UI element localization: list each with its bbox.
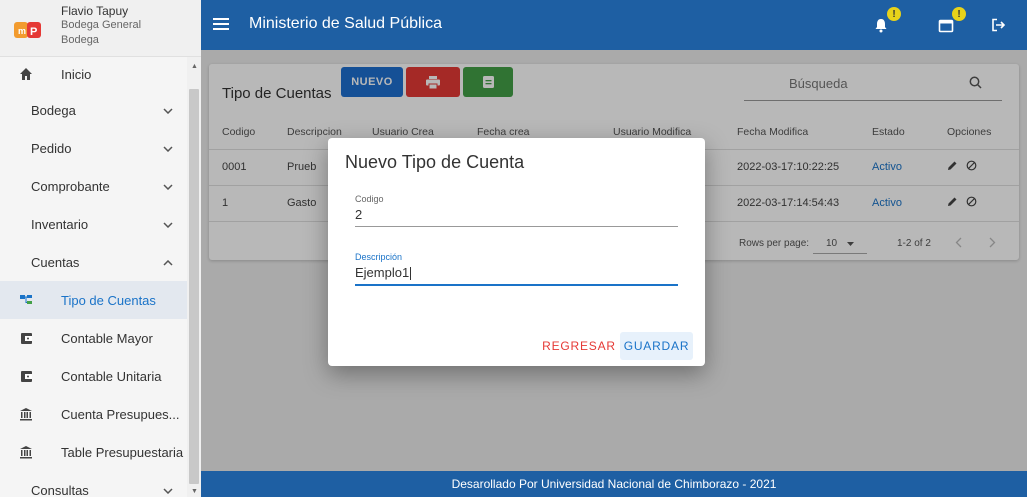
wallet-icon [18, 368, 34, 384]
scroll-thumb[interactable] [189, 89, 199, 484]
user-role: Bodega General [61, 19, 142, 31]
top-app-bar: Ministerio de Salud Pública ! ! [201, 0, 1027, 50]
sidebar-item-label: Cuenta Presupues... [61, 406, 180, 422]
footer: Desarollado Por Universidad Nacional de … [201, 471, 1027, 497]
sidebar-item-tipo-cuentas[interactable]: Tipo de Cuentas [0, 281, 187, 319]
text-caret [410, 267, 412, 281]
notification-badge: ! [887, 7, 901, 21]
logout-button[interactable] [982, 10, 1014, 40]
codigo-label: Codigo [355, 194, 384, 204]
user-dept: Bodega [61, 34, 99, 46]
menu-icon[interactable] [213, 15, 229, 36]
sidebar-item-label: Contable Unitaria [61, 368, 162, 384]
user-box: m P Flavio Tapuy Bodega General Bodega [0, 0, 201, 57]
sidebar-item-inventario[interactable]: Inventario [0, 205, 187, 243]
descripcion-label: Descripción [355, 252, 403, 262]
sidebar-item-label: Tipo de Cuentas [61, 292, 156, 308]
chevron-down-icon [163, 103, 173, 117]
sidebar-item-bodega[interactable]: Bodega [0, 91, 187, 129]
descripcion-underline [355, 284, 678, 287]
chevron-up-icon [163, 255, 173, 269]
sidebar-item-table-presupuestaria[interactable]: Table Presupuestaria [0, 433, 187, 471]
sidebar-nav: Inicio Bodega Pedido Comprobante Inventa… [0, 57, 187, 497]
ministry-logo: m P [14, 22, 41, 38]
chevron-down-icon [163, 217, 173, 231]
sidebar-item-contable-mayor[interactable]: Contable Mayor [0, 319, 187, 357]
sidebar-item-label: Table Presupuestaria [61, 444, 184, 460]
bank-icon [18, 444, 34, 460]
sidebar-item-inicio[interactable]: Inicio [0, 57, 187, 91]
svg-text:P: P [30, 26, 37, 38]
sidebar-item-cuenta-presupuestaria[interactable]: Cuenta Presupues... [0, 395, 187, 433]
scroll-up-arrow-icon[interactable]: ▲ [191, 63, 198, 70]
calendar-icon [938, 19, 954, 32]
sidebar-scrollbar[interactable]: ▲ ▼ [187, 57, 201, 497]
bell-icon [875, 18, 887, 32]
dialog-title: Nuevo Tipo de Cuenta [345, 152, 525, 172]
account-tree-icon [18, 292, 34, 308]
sidebar-item-label: Bodega [31, 102, 76, 118]
sidebar-item-label: Consultas [31, 482, 89, 497]
sidebar-item-label: Pedido [31, 140, 72, 156]
back-button[interactable]: REGRESAR [536, 332, 622, 360]
codigo-underline [355, 226, 678, 227]
sidebar-item-cuentas[interactable]: Cuentas [0, 243, 187, 281]
descripcion-text: Ejemplo1 [355, 265, 410, 280]
notifications-button[interactable]: ! [865, 7, 901, 40]
logout-icon [991, 18, 1005, 32]
calendar-button[interactable]: ! [930, 7, 966, 40]
app-title: Ministerio de Salud Pública [249, 15, 442, 32]
chevron-down-icon [163, 141, 173, 155]
wallet-icon [18, 330, 34, 346]
sidebar-item-contable-unitaria[interactable]: Contable Unitaria [0, 357, 187, 395]
svg-text:m: m [18, 26, 26, 36]
sidebar-item-label: Inventario [31, 216, 89, 232]
home-icon [18, 66, 34, 82]
bank-icon [18, 406, 34, 422]
sidebar-item-consultas[interactable]: Consultas [0, 471, 187, 497]
sidebar: m P Flavio Tapuy Bodega General Bodega I… [0, 0, 201, 497]
sidebar-item-label: Cuentas [31, 254, 80, 270]
chevron-down-icon [163, 179, 173, 193]
descripcion-field[interactable]: Descripción Ejemplo1 [355, 252, 678, 287]
user-name: Flavio Tapuy [61, 4, 129, 18]
new-account-type-dialog: Nuevo Tipo de Cuenta Codigo 2 Descripció… [328, 138, 705, 366]
sidebar-item-label: Comprobante [31, 178, 110, 194]
scroll-down-arrow-icon[interactable]: ▼ [191, 488, 198, 495]
save-button[interactable]: GUARDAR [620, 332, 693, 360]
codigo-value: 2 [355, 207, 363, 222]
sidebar-item-label: Contable Mayor [61, 330, 153, 346]
codigo-field[interactable]: Codigo 2 [355, 194, 678, 227]
calendar-badge: ! [952, 7, 966, 21]
descripcion-value: Ejemplo1 [355, 265, 678, 281]
sidebar-item-pedido[interactable]: Pedido [0, 129, 187, 167]
sidebar-item-comprobante[interactable]: Comprobante [0, 167, 187, 205]
chevron-down-icon [163, 483, 173, 497]
sidebar-item-label: Inicio [61, 66, 92, 82]
